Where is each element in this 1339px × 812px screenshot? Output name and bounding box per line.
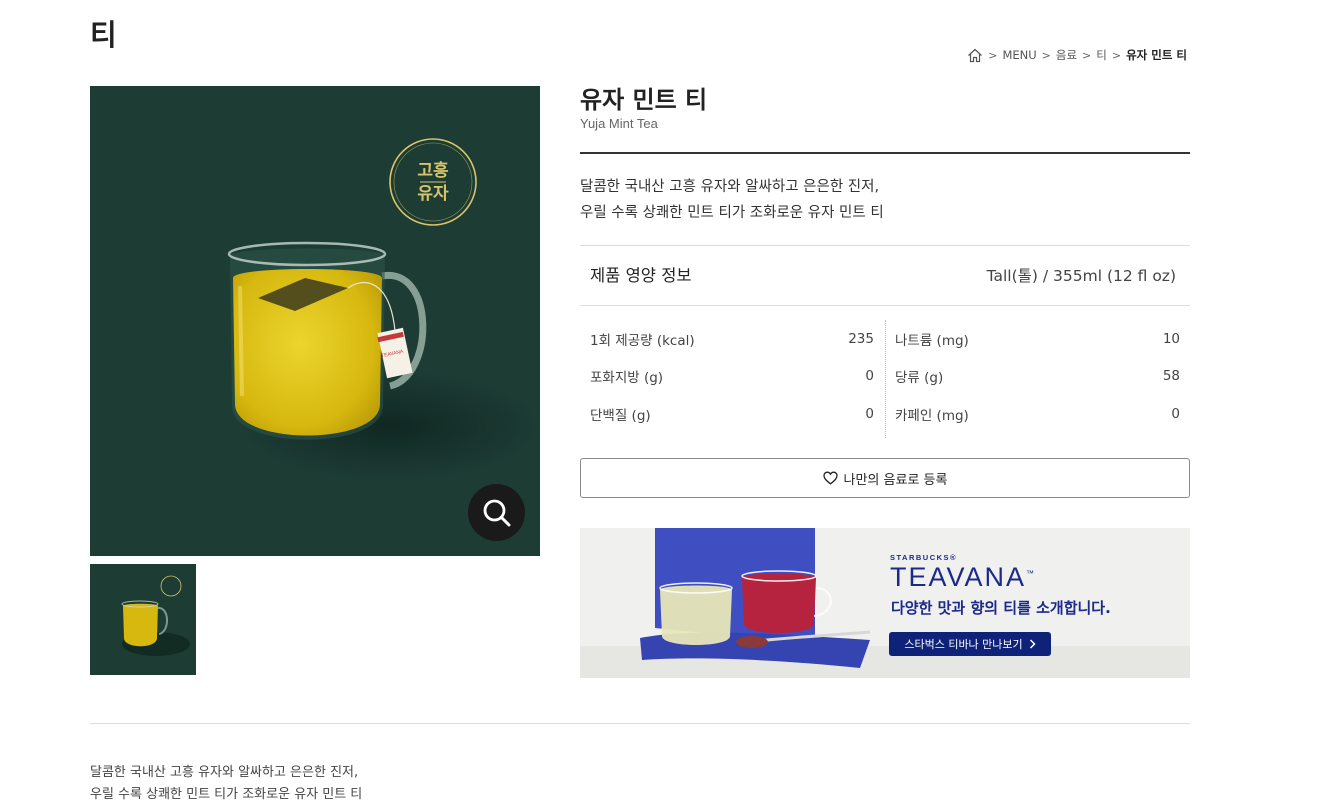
description-line: 달콤한 국내산 고흥 유자와 알싸하고 은은한 진저, xyxy=(580,179,880,195)
chevron-right-icon xyxy=(1029,639,1036,649)
nutrition-value: 0 xyxy=(865,368,874,385)
product-english-name: Yuja Mint Tea xyxy=(580,116,658,131)
nutrition-label: 당류 (g) xyxy=(895,370,944,387)
nutrition-row-sugar: 당류 (g) 58 xyxy=(886,358,1190,396)
nutrition-table: 1회 제공량 (kcal) 235 포화지방 (g) 0 단백질 (g) 0 나… xyxy=(580,320,1190,438)
banner-tagline: 다양한 맛과 향의 티를 소개합니다. xyxy=(891,599,1111,617)
heart-icon xyxy=(822,471,838,485)
trademark: ™ xyxy=(1026,569,1035,578)
teavana-cta-button[interactable]: 스타벅스 티바나 만나보기 xyxy=(889,632,1051,656)
teavana-banner[interactable]: STARBUCKS® TEAVANA™ 다양한 맛과 향의 티를 소개합니다. … xyxy=(580,528,1190,678)
nutrition-value: 58 xyxy=(1162,368,1180,385)
breadcrumb: > MENU > 음료 > 티 > 유자 민트 티 xyxy=(967,47,1187,63)
nutrition-title: 제품 영양 정보 xyxy=(590,266,692,285)
nutrition-row-saturated-fat: 포화지방 (g) 0 xyxy=(580,358,884,396)
breadcrumb-item-drinks[interactable]: 음료 xyxy=(1056,47,1077,63)
divider xyxy=(580,305,1190,306)
serving-size: Tall(톨) / 355ml (12 fl oz) xyxy=(986,267,1176,285)
chevron-right-icon: > xyxy=(1041,48,1051,62)
product-detail-description: 달콤한 국내산 고흥 유자와 알싸하고 은은한 진저, 우릴 수록 상쾌한 민트… xyxy=(90,762,362,806)
product-thumbnail[interactable] xyxy=(90,564,196,675)
nutrition-label: 카페인 (mg) xyxy=(895,407,969,424)
banner-logo: TEAVANA™ xyxy=(890,562,1034,593)
breadcrumb-item-tea[interactable]: 티 xyxy=(1096,47,1107,63)
nutrition-value: 0 xyxy=(1171,405,1180,422)
nutrition-label: 포화지방 (g) xyxy=(590,370,664,387)
home-icon[interactable] xyxy=(967,48,983,63)
nutrition-column-left: 1회 제공량 (kcal) 235 포화지방 (g) 0 단백질 (g) 0 xyxy=(580,320,884,433)
nutrition-row-kcal: 1회 제공량 (kcal) 235 xyxy=(580,320,884,358)
divider xyxy=(90,723,1190,724)
chevron-right-icon: > xyxy=(988,48,998,62)
description-line: 우릴 수록 상쾌한 민트 티가 조화로운 유자 민트 티 xyxy=(90,787,363,802)
chevron-right-icon: > xyxy=(1111,48,1122,62)
nutrition-row-caffeine: 카페인 (mg) 0 xyxy=(886,395,1190,433)
nutrition-row-sodium: 나트륨 (mg) 10 xyxy=(886,320,1190,358)
add-to-my-drinks-button[interactable]: 나만의 음료로 등록 xyxy=(580,458,1190,498)
nutrition-value: 235 xyxy=(848,330,874,347)
nutrition-row-protein: 단백질 (g) 0 xyxy=(580,395,884,433)
product-name: 유자 민트 티 xyxy=(580,86,708,114)
search-icon xyxy=(483,499,510,526)
product-description: 달콤한 국내산 고흥 유자와 알싸하고 은은한 진저, 우릴 수록 상쾌한 민트… xyxy=(580,174,884,226)
breadcrumb-current: 유자 민트 티 xyxy=(1126,48,1187,62)
description-line: 달콤한 국내산 고흥 유자와 알싸하고 은은한 진저, xyxy=(90,765,359,780)
breadcrumb-item-menu[interactable]: MENU xyxy=(1002,48,1036,62)
add-to-my-drinks-label: 나만의 음료로 등록 xyxy=(843,472,948,488)
banner-brand: STARBUCKS® xyxy=(890,553,958,562)
divider xyxy=(580,152,1190,154)
zoom-button[interactable] xyxy=(468,484,525,541)
badge-line-2: 유자 xyxy=(417,184,449,204)
page-title: 티 xyxy=(90,18,117,52)
nutrition-value: 10 xyxy=(1162,330,1180,347)
product-image: 고흥 유자 TEAVANA xyxy=(90,86,540,556)
nutrition-label: 단백질 (g) xyxy=(590,407,651,424)
banner-logo-text: TEAVANA xyxy=(890,562,1027,592)
teavana-cta-label: 스타벅스 티바나 만나보기 xyxy=(904,638,1023,651)
nutrition-value: 0 xyxy=(865,405,874,422)
description-line: 우릴 수록 상쾌한 민트 티가 조화로운 유자 민트 티 xyxy=(580,205,884,221)
nutrition-label: 1회 제공량 (kcal) xyxy=(590,332,695,349)
badge-line-1: 고흥 xyxy=(417,161,449,181)
nutrition-column-right: 나트륨 (mg) 10 당류 (g) 58 카페인 (mg) 0 xyxy=(885,320,1190,438)
chevron-right-icon: > xyxy=(1082,48,1092,62)
divider xyxy=(580,245,1190,246)
origin-badge-text: 고흥 유자 xyxy=(390,160,476,205)
nutrition-label: 나트륨 (mg) xyxy=(895,332,969,349)
